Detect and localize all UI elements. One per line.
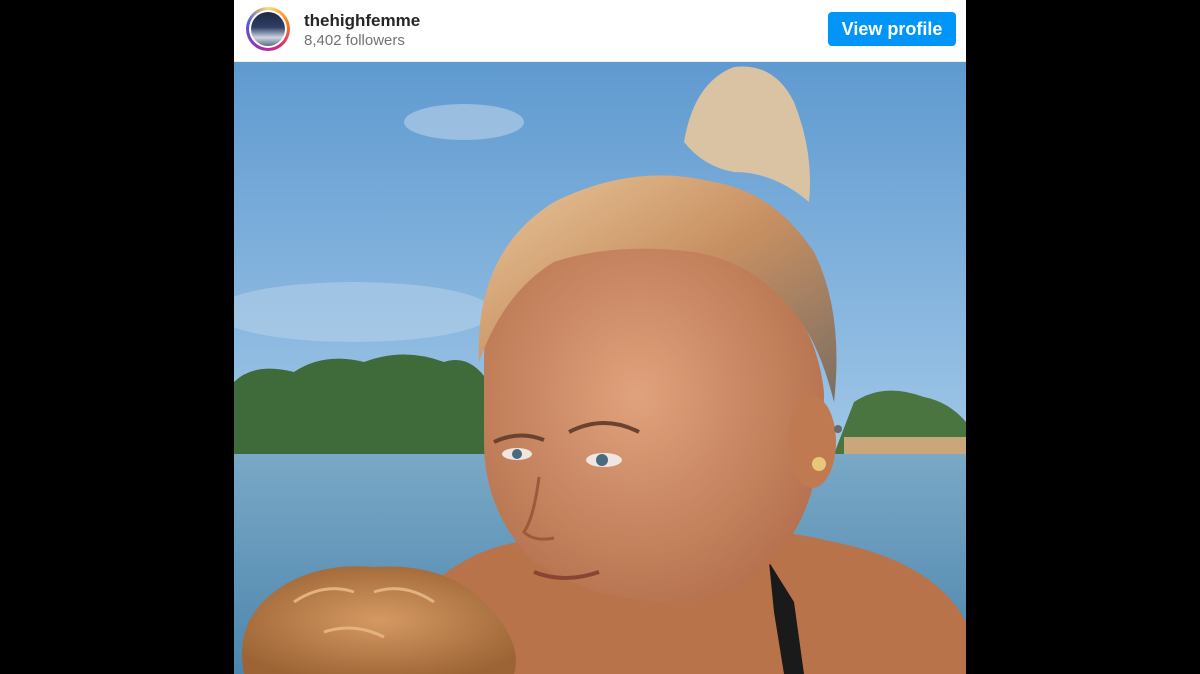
ear [788,396,836,488]
profile-avatar[interactable] [246,7,290,51]
earring [812,457,826,471]
iris-right [596,454,608,466]
photo-illustration [234,62,966,674]
followers-count: 8,402 followers [304,32,405,49]
iris-left [512,449,522,459]
avatar-inner [249,10,287,48]
username[interactable]: thehighfemme [304,11,420,31]
trees-left [234,354,494,454]
view-profile-button[interactable]: View profile [828,12,956,46]
cloud [404,104,524,140]
post-photo[interactable] [234,62,966,674]
ear-cuff [834,425,842,433]
avatar-image [251,12,285,46]
post-header: thehighfemme 8,402 followers View profil… [234,0,966,62]
instagram-embed: thehighfemme 8,402 followers View profil… [234,0,966,674]
